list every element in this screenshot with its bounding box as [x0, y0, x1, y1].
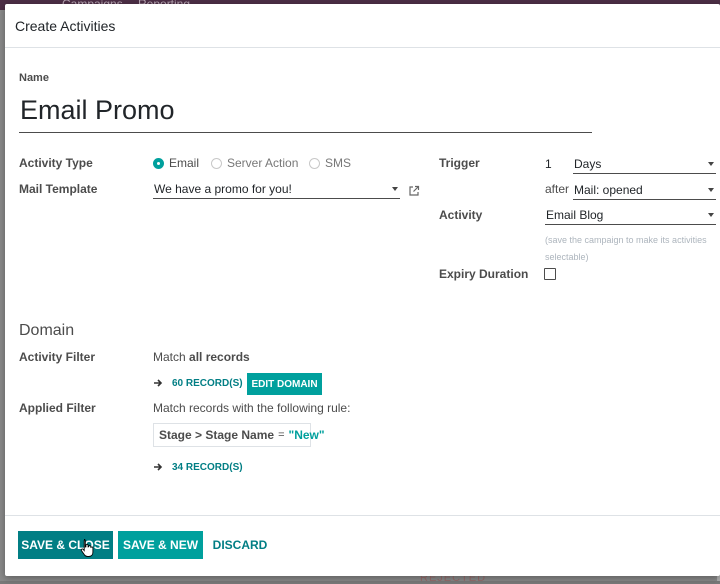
- caret-down-icon: [708, 188, 714, 192]
- trigger-label: Trigger: [439, 156, 480, 170]
- radio-email-label: Email: [169, 156, 200, 170]
- trigger-after-label: after: [545, 182, 570, 196]
- arrow-right-icon: [154, 379, 163, 387]
- radio-server-action[interactable]: Server Action: [211, 156, 298, 170]
- trigger-interval-input[interactable]: 1: [545, 156, 569, 174]
- radio-sms[interactable]: SMS: [309, 156, 351, 170]
- applied-filter-rule-text: Match records with the following rule:: [153, 401, 351, 415]
- rule-value: "New": [288, 428, 325, 442]
- save-new-button[interactable]: SAVE & NEW: [118, 531, 203, 559]
- trigger-unit-select[interactable]: Days: [573, 156, 716, 174]
- hand-pointer-icon: [80, 539, 94, 557]
- activity-filter-label: Activity Filter: [19, 350, 96, 364]
- radio-checked-icon: [153, 157, 164, 169]
- caret-down-icon: [708, 162, 714, 166]
- activity-filter-text: Match all records: [153, 350, 250, 364]
- caret-down-icon: [708, 213, 714, 217]
- external-link-icon[interactable]: [408, 185, 420, 197]
- trigger-event-select[interactable]: Mail: opened: [573, 182, 716, 200]
- mail-template-select[interactable]: We have a promo for you!: [153, 181, 400, 199]
- activity-select[interactable]: Email Blog: [545, 207, 716, 225]
- name-input[interactable]: Email Promo: [19, 90, 592, 133]
- activity-hint: (save the campaign to make its activitie…: [545, 235, 707, 262]
- dialog-header: Create Activities: [5, 4, 720, 48]
- radio-email[interactable]: Email: [153, 156, 199, 170]
- radio-sms-label: SMS: [325, 156, 352, 170]
- dialog-title: Create Activities: [15, 18, 116, 34]
- expiry-duration-checkbox[interactable]: [544, 268, 556, 280]
- rule-operator: =: [278, 429, 285, 441]
- create-activities-dialog: Create Activities Name Email Promo Activ…: [5, 4, 720, 576]
- edit-domain-button[interactable]: EDIT DOMAIN: [247, 373, 322, 395]
- activity-type-label: Activity Type: [19, 156, 93, 170]
- caret-down-icon: [392, 187, 398, 191]
- domain-section-title: Domain: [19, 322, 75, 339]
- activity-label: Activity: [439, 208, 483, 222]
- trigger-unit-value: Days: [574, 157, 602, 171]
- activity-filter-strong: all records: [189, 350, 250, 364]
- domain-rule: Stage > Stage Name = "New": [153, 423, 325, 447]
- expiry-duration-label: Expiry Duration: [439, 267, 529, 281]
- arrow-right-icon: [154, 463, 163, 471]
- activity-value: Email Blog: [546, 208, 604, 222]
- rule-path: Stage > Stage Name: [159, 428, 275, 442]
- save-close-button[interactable]: SAVE & CLOSE: [18, 531, 113, 559]
- name-label: Name: [19, 72, 49, 84]
- mail-template-label: Mail Template: [19, 182, 98, 196]
- mail-template-value: We have a promo for you!: [154, 182, 292, 196]
- applied-filter-records-link[interactable]: 34 RECORD(S): [172, 462, 243, 473]
- radio-unchecked-icon: [309, 157, 320, 169]
- activity-filter-prefix: Match: [153, 350, 190, 364]
- activity-filter-records-link[interactable]: 60 RECORD(S): [172, 378, 243, 389]
- trigger-event-value: Mail: opened: [574, 183, 643, 197]
- dialog-footer: SAVE & CLOSE SAVE & NEW DISCARD: [5, 515, 720, 576]
- radio-unchecked-icon: [211, 157, 222, 169]
- radio-server-action-label: Server Action: [227, 156, 299, 170]
- applied-filter-label: Applied Filter: [19, 401, 96, 415]
- discard-button[interactable]: DISCARD: [209, 531, 271, 559]
